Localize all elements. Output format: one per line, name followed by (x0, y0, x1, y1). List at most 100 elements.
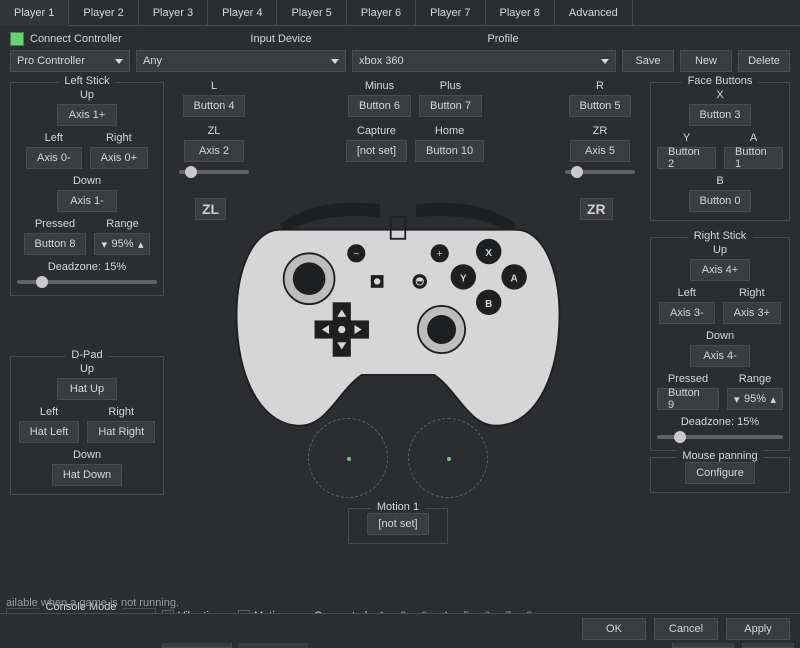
save-button[interactable]: Save (622, 50, 674, 72)
input-device-label: Input Device (176, 33, 386, 45)
face-a-label: A (750, 132, 757, 144)
face-y-binding[interactable]: Button 2 (657, 147, 716, 169)
profile-dropdown[interactable]: xbox 360 (352, 50, 616, 72)
ls-range-label: Range (106, 218, 138, 230)
motion-title: Motion 1 (371, 501, 425, 513)
rs-range-spinner[interactable]: ▾95%▴ (727, 388, 783, 410)
mouse-panning-configure[interactable]: Configure (685, 462, 755, 484)
minus-binding[interactable]: Button 6 (348, 95, 411, 117)
ls-range-spinner[interactable]: ▾95%▴ (94, 233, 150, 255)
input-device-dropdown[interactable]: Any (136, 50, 346, 72)
face-b-label: B (716, 175, 723, 187)
delete-button[interactable]: Delete (738, 50, 790, 72)
ls-down-binding[interactable]: Axis 1- (57, 190, 117, 212)
rs-deadzone-slider[interactable] (657, 435, 783, 439)
tab-advanced[interactable]: Advanced (555, 0, 633, 25)
ls-pressed-label: Pressed (35, 218, 75, 230)
controller-type-value: Pro Controller (17, 55, 85, 67)
zl-slider[interactable] (179, 170, 249, 174)
ls-pressed-binding[interactable]: Button 8 (24, 233, 87, 255)
l-label: L (211, 80, 217, 92)
controller-svg: − + X Y A (208, 188, 588, 442)
controller-type-dropdown[interactable]: Pro Controller (10, 50, 130, 72)
ls-right-binding[interactable]: Axis 0+ (90, 147, 148, 169)
dpad-up-label: Up (80, 363, 94, 375)
left-stick-group: Left Stick Up Axis 1+ Left Axis 0- Right… (10, 82, 164, 296)
dpad-left-label: Left (40, 406, 58, 418)
rs-down-label: Down (706, 330, 734, 342)
tab-player-8[interactable]: Player 8 (486, 0, 555, 25)
svg-text:−: − (353, 249, 359, 260)
face-b-binding[interactable]: Button 0 (689, 190, 752, 212)
tab-player-6[interactable]: Player 6 (347, 0, 416, 25)
minus-label: Minus (365, 80, 394, 92)
rs-down-binding[interactable]: Axis 4- (690, 345, 750, 367)
tab-player-1[interactable]: Player 1 (0, 0, 69, 26)
status-text: ailable when a game is not running. (0, 593, 185, 613)
ls-deadzone-slider[interactable] (17, 280, 157, 284)
plus-binding[interactable]: Button 7 (419, 95, 482, 117)
tab-player-7[interactable]: Player 7 (416, 0, 485, 25)
capture-label: Capture (357, 125, 396, 137)
face-a-binding[interactable]: Button 1 (724, 147, 783, 169)
right-stick-visual (408, 418, 488, 498)
rs-deadzone-label: Deadzone: 15% (657, 416, 783, 428)
zl-binding[interactable]: Axis 2 (184, 140, 244, 162)
home-binding[interactable]: Button 10 (415, 140, 484, 162)
rs-left-binding[interactable]: Axis 3- (659, 302, 715, 324)
tab-player-3[interactable]: Player 3 (139, 0, 208, 25)
zr-binding[interactable]: Axis 5 (570, 140, 630, 162)
face-x-binding[interactable]: Button 3 (689, 104, 752, 126)
svg-text:B: B (485, 299, 492, 310)
tab-player-2[interactable]: Player 2 (69, 0, 138, 25)
face-title: Face Buttons (682, 75, 759, 87)
motion-binding[interactable]: [not set] (367, 513, 428, 535)
svg-text:Y: Y (460, 273, 467, 284)
plus-label: Plus (440, 80, 461, 92)
rs-left-label: Left (678, 287, 696, 299)
rs-range-label: Range (739, 373, 771, 385)
rs-pressed-label: Pressed (668, 373, 708, 385)
dpad-up-binding[interactable]: Hat Up (57, 378, 117, 400)
ok-button[interactable]: OK (582, 618, 646, 640)
connect-indicator[interactable] (10, 32, 24, 46)
dialog-footer: OK Cancel Apply (0, 613, 800, 643)
tab-player-4[interactable]: Player 4 (208, 0, 277, 25)
dpad-group: D-Pad Up Hat Up Left Hat Left Right Hat … (10, 356, 164, 495)
right-stick-group: Right Stick Up Axis 4+ Left Axis 3- Righ… (650, 237, 790, 451)
svg-text:X: X (485, 248, 492, 259)
ls-left-label: Left (45, 132, 63, 144)
face-y-label: Y (683, 132, 690, 144)
chevron-down-icon (601, 59, 609, 64)
home-label: Home (435, 125, 464, 137)
ls-left-binding[interactable]: Axis 0- (26, 147, 82, 169)
new-button[interactable]: New (680, 50, 732, 72)
ls-range-value: 95% (111, 238, 133, 250)
dpad-down-binding[interactable]: Hat Down (52, 464, 122, 486)
zr-slider[interactable] (565, 170, 635, 174)
capture-binding[interactable]: [not set] (346, 140, 407, 162)
profile-value: xbox 360 (359, 55, 404, 67)
svg-text:A: A (511, 273, 518, 284)
rs-title: Right Stick (688, 230, 753, 242)
cancel-button[interactable]: Cancel (654, 618, 718, 640)
dpad-title: D-Pad (65, 349, 108, 361)
l-binding[interactable]: Button 4 (183, 95, 246, 117)
rs-up-label: Up (713, 244, 727, 256)
r-binding[interactable]: Button 5 (569, 95, 632, 117)
tab-player-5[interactable]: Player 5 (277, 0, 346, 25)
profile-label: Profile (392, 33, 614, 45)
rs-right-binding[interactable]: Axis 3+ (723, 302, 781, 324)
dpad-left-binding[interactable]: Hat Left (19, 421, 80, 443)
ls-up-binding[interactable]: Axis 1+ (57, 104, 117, 126)
mouse-panning-group: Mouse panning Configure (650, 457, 790, 493)
chevron-down-icon (115, 59, 123, 64)
ls-up-label: Up (80, 89, 94, 101)
rs-up-binding[interactable]: Axis 4+ (690, 259, 750, 281)
rs-range-value: 95% (744, 393, 766, 405)
svg-text:+: + (437, 249, 443, 260)
zl-label: ZL (208, 125, 221, 137)
rs-pressed-binding[interactable]: Button 9 (657, 388, 719, 410)
apply-button[interactable]: Apply (726, 618, 790, 640)
dpad-right-binding[interactable]: Hat Right (87, 421, 155, 443)
